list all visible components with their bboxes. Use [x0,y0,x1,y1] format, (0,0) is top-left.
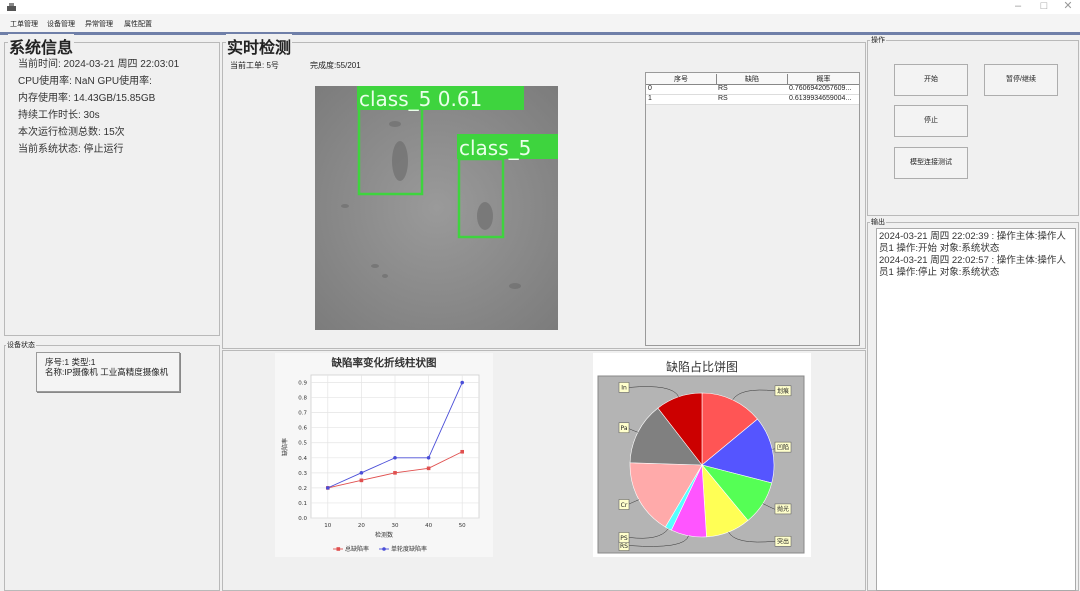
device-status-title: 设备状态 [6,340,36,350]
y-tick-label: 0.5 [298,441,307,447]
table-header-defect[interactable]: 缺陷 [717,74,788,84]
table-cell-index: 0 [648,85,652,92]
info-current-time: 当前时间: 2024-03-21 周四 22:03:01 [18,59,180,70]
x-tick-label: 20 [358,523,365,529]
legend-label: 总缺陷率 [345,545,369,553]
table-cell-probability: 0.7606942057609... [789,85,852,92]
y-tick-label: 0.9 [298,381,307,387]
pie-label: 抛光 [777,505,789,513]
table-cell-defect: RS [718,95,728,102]
pie-label: Cr [621,502,628,509]
x-tick-label: 30 [392,523,399,529]
current-order-label: 当前工单: 5号 [230,61,279,70]
pie-label: In [621,385,627,392]
y-tick-label: 0.6 [298,426,307,432]
y-tick-label: 0.0 [298,516,307,522]
info-duration: 持续工作时长: 30s [18,110,100,121]
data-point [460,380,464,385]
legend-marker [336,547,341,551]
info-memory: 内存使用率: 14.43GB/15.85GB [18,93,156,104]
data-point [393,471,397,475]
pie-label: RS [620,543,628,550]
y-tick-label: 0.4 [298,456,307,462]
stop-button[interactable]: 停止 [894,105,968,137]
table-header-probability[interactable]: 概率 [788,74,859,84]
title-bar [0,0,1080,14]
accent-bar [0,32,1080,35]
info-system-state: 当前系统状态: 停止运行 [18,144,124,155]
y-tick-label: 0.7 [298,411,307,417]
data-point [426,455,431,460]
menu-exception-management[interactable]: 异常管理 [85,19,113,29]
output-log-line: 2024-03-21 周四 22:02:57 : 操作主体:操作人员1 操作:停… [879,255,1066,278]
device-card[interactable]: 序号:1 类型:1 名称:IP摄像机 工业高精度摄像机 [36,352,180,392]
pie-chart: 缺陷占比饼图 划痕凹陷抛光突出 RSPS Cr Pa In [593,353,811,557]
model-connection-test-button[interactable]: 模型连接测试 [894,147,968,179]
app-icon [7,3,16,11]
detection-label-2: class_5 [459,136,531,160]
table-cell-index: 1 [648,95,652,102]
data-point [359,478,364,483]
data-point [359,471,364,475]
menu-order-management[interactable]: 工单管理 [10,19,38,29]
y-tick-label: 0.3 [298,471,307,477]
data-point [426,466,431,471]
menu-device-management[interactable]: 设备管理 [47,19,75,29]
progress-label: 完成度:55/201 [310,61,361,70]
table-cell-probability: 0.6139934659004... [789,95,852,102]
x-tick-label: 10 [324,523,331,529]
data-point [393,455,397,460]
legend-marker [382,547,386,551]
table-row[interactable]: 0 RS 0.7606942057609... [646,85,859,95]
y-tick-label: 0.2 [298,486,307,492]
maximize-icon[interactable]: □ [1034,0,1054,14]
info-detect-count: 本次运行检测总数: 15次 [18,127,125,138]
detection-image: class_5 0.61 class_5 [315,86,558,330]
line-chart-title: 缺陷率变化折线柱状图 [331,356,437,369]
output-log-line: 2024-03-21 周四 22:02:39 : 操作主体:操作人员1 操作:开… [879,231,1066,254]
x-tick-label: 50 [459,523,466,529]
y-tick-label: 0.1 [298,501,307,507]
pie-label: 凹陷 [777,443,789,451]
pie-label: Pa [620,425,627,432]
menu-bar [0,14,1080,33]
pause-resume-button[interactable]: 暂停/继续 [984,64,1058,96]
data-point [460,449,464,454]
data-point [326,486,330,490]
legend-label: 单轮度缺陷率 [391,545,427,553]
pie-label: 突出 [777,538,789,546]
output-title: 输出 [870,217,886,227]
y-tick-label: 0.8 [298,396,307,402]
start-button[interactable]: 开始 [894,64,968,96]
line-chart-xlabel: 检测数 [375,531,393,539]
line-chart-ylabel: 缺陷率 [281,438,289,456]
detection-label-1: class_5 0.61 [359,87,482,111]
close-icon[interactable]: ✕ [1058,0,1078,14]
pie-label: PS [620,535,628,542]
device-card-name: 名称:IP摄像机 工业高精度摄像机 [45,367,169,377]
minimize-icon[interactable]: – [1008,0,1028,14]
output-log[interactable]: 2024-03-21 周四 22:02:39 : 操作主体:操作人员1 操作:开… [876,228,1076,591]
result-table[interactable]: 序号 缺陷 概率 0 RS 0.7606942057609... 1 RS 0.… [645,72,860,346]
info-cpu-gpu: CPU使用率: NaN GPU使用率: [18,76,152,87]
table-cell-defect: RS [718,85,728,92]
line-chart: 缺陷率变化折线柱状图 0.0 0.1 0.2 0.3 0.4 0.5 0.6 0.7 0.8 0.… [275,353,493,557]
realtime-title: 实时检测 [226,34,293,58]
operations-title: 操作 [870,35,886,45]
table-header-index[interactable]: 序号 [646,74,717,84]
x-tick-label: 40 [425,523,432,529]
pie-chart-title: 缺陷占比饼图 [666,359,738,374]
menu-property-config[interactable]: 属性配置 [124,19,152,29]
pie-label: 划痕 [777,387,789,395]
table-row[interactable]: 1 RS 0.6139934659004... [646,95,859,105]
